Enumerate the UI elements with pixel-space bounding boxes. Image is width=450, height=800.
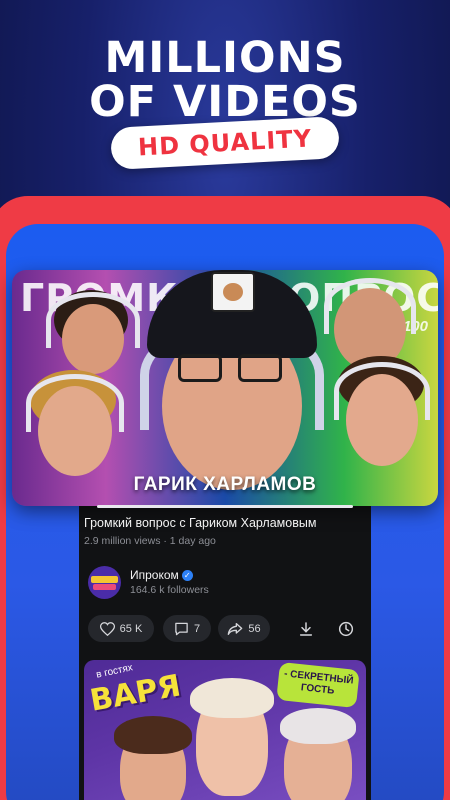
headline-line-2: OF VIDEOS — [89, 77, 361, 127]
share-icon — [228, 622, 243, 635]
channel-followers: 164.6 k followers — [130, 584, 209, 596]
like-button[interactable]: 65 K — [88, 615, 154, 642]
comment-button[interactable]: 7 — [163, 615, 211, 642]
video-title[interactable]: Громкий вопрос с Гариком Харламовым — [84, 516, 366, 530]
channel-name[interactable]: Ипроком ✓ — [130, 568, 193, 582]
comment-icon — [175, 622, 188, 635]
glasses-icon — [238, 354, 282, 382]
share-count: 56 — [248, 622, 261, 635]
headphones-icon — [46, 292, 140, 348]
cap-patch-dog-icon — [211, 272, 255, 312]
video-actions: 65 K 7 56 — [88, 615, 368, 643]
thumbnail-secret-guest-badge: - СЕКРЕТНЫЙ ГОСТЬ — [276, 661, 360, 709]
channel-row[interactable]: Ипроком ✓ 164.6 k followers — [84, 564, 366, 600]
download-button[interactable] — [296, 619, 316, 639]
hd-quality-label: HD QUALITY — [137, 124, 313, 162]
verified-icon: ✓ — [181, 570, 193, 582]
promo-headline: MILLIONS OF VIDEOS — [0, 36, 450, 124]
video-meta: 2.9 million views · 1 day ago — [84, 535, 216, 547]
headphones-icon — [26, 374, 124, 432]
channel-avatar[interactable] — [88, 566, 121, 599]
channel-name-label: Ипроком — [130, 568, 179, 582]
thumbnail-person-3-hair — [280, 708, 356, 744]
thumbnail-person-1-hair — [114, 716, 192, 754]
comment-count: 7 — [193, 622, 201, 635]
headline-line-1: MILLIONS — [104, 33, 346, 83]
hero-video-thumbnail[interactable]: ГРОМКИЙ ВОПРОС #100 ГАРИК ХАРЛАМОВ — [12, 270, 438, 506]
video-progress-bar[interactable] — [97, 505, 353, 508]
thumbnail-person-2-hair — [190, 678, 274, 718]
heart-icon — [99, 621, 115, 636]
share-button[interactable]: 56 — [218, 615, 270, 642]
download-icon — [299, 622, 313, 636]
glasses-icon — [178, 354, 222, 382]
thumbnail-guest-name: ГАРИК ХАРЛАМОВ — [133, 474, 317, 495]
clock-icon — [338, 621, 354, 637]
like-count: 65 K — [119, 622, 143, 635]
next-video-thumbnail[interactable]: в гостях ВАРЯ - СЕКРЕТНЫЙ ГОСТЬ — [84, 660, 366, 800]
watch-later-button[interactable] — [336, 619, 356, 639]
headphones-icon — [334, 362, 430, 420]
headphones-icon — [324, 278, 416, 334]
